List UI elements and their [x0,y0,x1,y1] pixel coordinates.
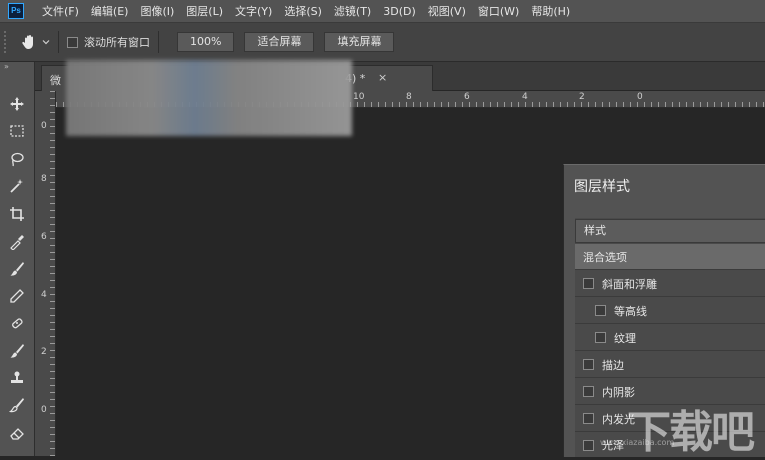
menu-type[interactable]: 文字(Y) [235,3,272,19]
fill-screen-button[interactable]: 填充屏幕 [324,32,395,52]
style-item-label: 纹理 [614,331,636,345]
style-item-blending-options[interactable]: 混合选项 [575,244,765,270]
style-checkbox[interactable] [583,413,594,424]
watermark-url: www.xiazaiba.com [600,438,675,447]
ruler-label: 0 [41,405,47,415]
style-item-texture[interactable]: 纹理 [575,325,765,351]
chevron-down-icon[interactable] [42,38,50,46]
ruler-label: 0 [637,92,643,102]
ruler-label: 8 [406,92,412,102]
scroll-all-label: 滚动所有窗口 [84,36,150,49]
ruler-label: 10 [353,92,365,102]
style-item-label: 斜面和浮雕 [602,277,657,291]
blurred-overlay [66,60,352,136]
menu-filter[interactable]: 滤镜(T) [334,3,371,19]
separator [158,31,159,53]
magic-wand-icon[interactable] [9,178,25,194]
menu-help[interactable]: 帮助(H) [531,3,570,19]
style-checkbox[interactable] [583,439,594,451]
hand-tool-icon[interactable] [20,33,38,51]
options-bar: 滚动所有窗口 100% 适合屏幕 填充屏幕 [0,23,765,62]
zoom-100-button[interactable]: 100% [177,32,235,52]
ruler-ticks [50,91,55,456]
ruler-label: 8 [41,174,47,184]
ruler-label: 4 [522,92,528,102]
ruler-label: 2 [41,347,47,357]
history-brush-icon[interactable] [9,397,25,413]
style-list-header[interactable]: 样式 [575,219,765,243]
brush-icon[interactable] [9,261,25,277]
lasso-icon[interactable] [9,151,25,167]
brush-icon[interactable] [9,343,25,359]
document-tab-title: 微 [50,74,61,87]
fit-screen-button[interactable]: 适合屏幕 [244,32,315,52]
menu-file[interactable]: 文件(F) [42,3,79,19]
crop-icon[interactable] [9,206,25,222]
style-item-contour[interactable]: 等高线 [575,298,765,324]
menu-select[interactable]: 选择(S) [284,3,322,19]
menu-bar: Ps 文件(F) 编辑(E) 图像(I) 图层(L) 文字(Y) 选择(S) 滤… [0,0,765,23]
vertical-ruler: 0 8 6 4 2 0 [35,91,56,456]
menu-layer[interactable]: 图层(L) [186,3,223,19]
menu-view[interactable]: 视图(V) [428,3,466,19]
eraser-icon[interactable] [9,425,25,441]
app-logo: Ps [8,3,24,19]
watermark-logo: 下载吧 [627,407,755,458]
style-item-label: 描边 [602,358,624,372]
style-item-stroke[interactable]: 描边 [575,352,765,378]
pencil-icon[interactable] [9,288,25,304]
separator [58,31,59,53]
panel-grip[interactable] [4,31,12,53]
tools-panel: » [0,62,35,456]
ruler-label: 2 [579,92,585,102]
menu-window[interactable]: 窗口(W) [478,3,519,19]
collapse-panel-icon[interactable]: » [4,62,9,71]
menu-edit[interactable]: 编辑(E) [91,3,129,19]
scroll-all-checkbox[interactable] [67,36,78,48]
style-checkbox[interactable] [595,332,606,343]
ruler-label: 0 [41,121,47,131]
dialog-title: 图层样式 [574,179,630,195]
stamp-icon[interactable] [9,370,25,386]
healing-icon[interactable] [9,315,25,331]
style-checkbox[interactable] [595,305,606,316]
style-item-bevel-emboss[interactable]: 斜面和浮雕 [575,271,765,297]
style-checkbox[interactable] [583,386,594,397]
close-tab-icon[interactable]: × [378,71,387,84]
ruler-label: 6 [41,232,47,242]
marquee-icon[interactable] [9,123,25,139]
move-icon[interactable] [9,96,25,112]
ruler-label: 6 [464,92,470,102]
style-item-label: 混合选项 [583,250,627,264]
ruler-label: 4 [41,290,47,300]
menu-3d[interactable]: 3D(D) [383,5,416,18]
eyedropper-icon[interactable] [9,234,25,250]
menu-image[interactable]: 图像(I) [140,3,174,19]
style-checkbox[interactable] [583,359,594,370]
style-checkbox[interactable] [583,278,594,289]
style-item-label: 等高线 [614,304,647,318]
